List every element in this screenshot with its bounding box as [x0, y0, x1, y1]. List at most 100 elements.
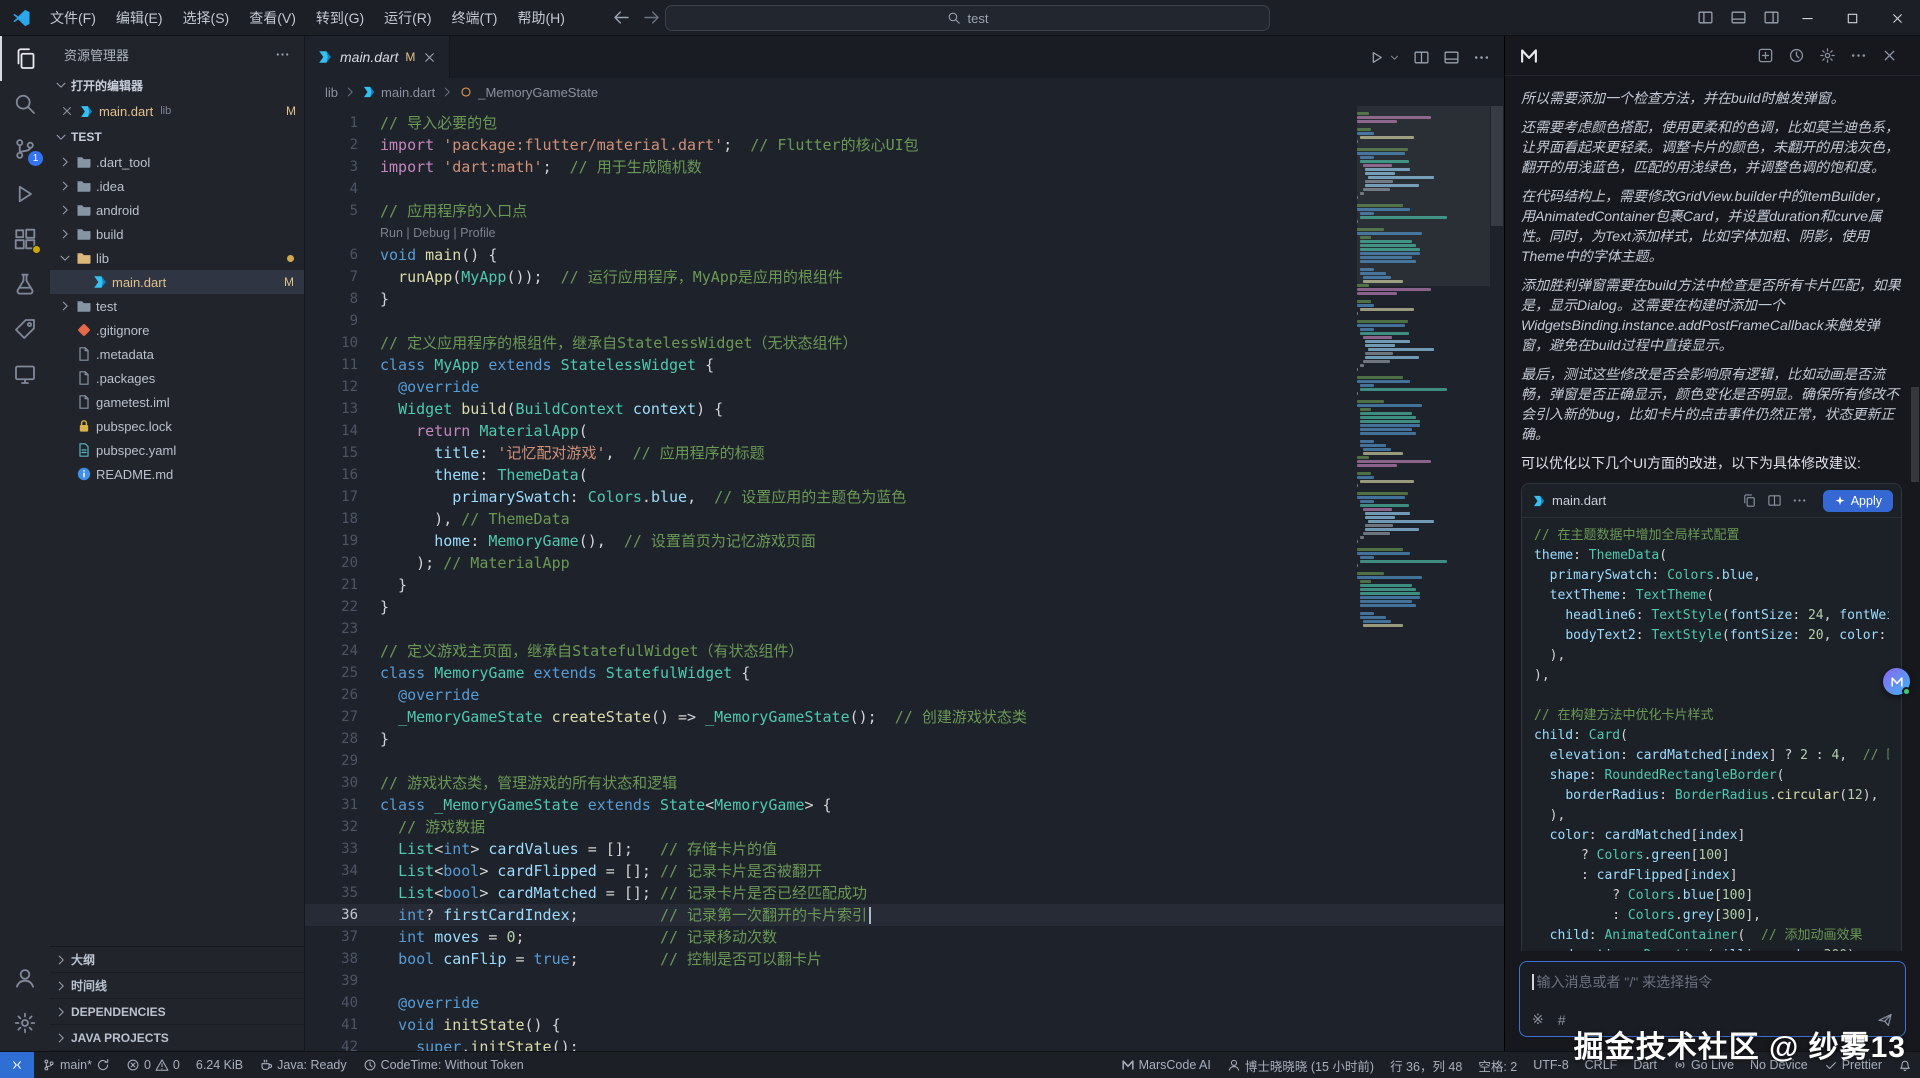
code-line-18[interactable]: 18 ), // ThemeData	[305, 508, 1504, 530]
activity-remote-explorer[interactable]	[0, 351, 50, 396]
sidebar-section-JAVA PROJECTS[interactable]: JAVA PROJECTS	[50, 1025, 304, 1051]
status-codetime[interactable]: CodeTime: Without Token	[355, 1052, 532, 1078]
status-file-size[interactable]: 6.24 KiB	[188, 1052, 251, 1078]
code-line-2[interactable]: 2import 'package:flutter/material.dart';…	[305, 134, 1504, 156]
activity-testing[interactable]	[0, 261, 50, 306]
code-line-25[interactable]: 25class MemoryGame extends StatefulWidge…	[305, 662, 1504, 684]
code-line-7[interactable]: 7 runApp(MyApp()); // 运行应用程序，MyApp是应用的根组…	[305, 266, 1504, 288]
close-window-button[interactable]	[1875, 0, 1920, 36]
menu-item[interactable]: 运行(R)	[374, 0, 441, 35]
activity-extensions[interactable]	[0, 216, 50, 261]
code-line-34[interactable]: 34 List<bool> cardFlipped = []; // 记录卡片是…	[305, 860, 1504, 882]
code-line-4[interactable]: 4	[305, 178, 1504, 200]
menu-item[interactable]: 文件(F)	[40, 0, 106, 35]
code-line-37[interactable]: 37 int moves = 0; // 记录移动次数	[305, 926, 1504, 948]
context-icon[interactable]: #	[1558, 1012, 1566, 1028]
minimize-button[interactable]	[1785, 0, 1830, 36]
status-branch[interactable]: main*	[34, 1052, 118, 1078]
code-line-10[interactable]: 10// 定义应用程序的根组件，继承自StatelessWidget（无状态组件…	[305, 332, 1504, 354]
code-line-23[interactable]: 23	[305, 618, 1504, 640]
tree-item-.idea[interactable]: .idea	[50, 174, 304, 198]
skills-icon[interactable]: ※	[1532, 1011, 1544, 1028]
more-actions-icon[interactable]	[1473, 49, 1490, 66]
code-line-31[interactable]: 31class _MemoryGameState extends State<M…	[305, 794, 1504, 816]
code-line-1[interactable]: 1// 导入必要的包	[305, 112, 1504, 134]
status-encoding[interactable]: UTF-8	[1525, 1052, 1576, 1078]
tree-item-lib[interactable]: lib	[50, 246, 304, 270]
history-icon[interactable]	[1788, 47, 1805, 64]
tree-item-README.md[interactable]: README.md	[50, 462, 304, 486]
editor-scrollbar[interactable]	[1490, 106, 1504, 1051]
menu-item[interactable]: 帮助(H)	[507, 0, 574, 35]
code-line-14[interactable]: 14 return MaterialApp(	[305, 420, 1504, 442]
open-editor-main-dart[interactable]: main.dart lib M	[50, 98, 304, 124]
tree-item-.metadata[interactable]: .metadata	[50, 342, 304, 366]
apply-button[interactable]: Apply	[1823, 490, 1893, 512]
tree-item-pubspec.yaml[interactable]: pubspec.yaml	[50, 438, 304, 462]
command-center-search[interactable]: test	[665, 5, 1270, 31]
code-line-22[interactable]: 22}	[305, 596, 1504, 618]
code-line-38[interactable]: 38 bool canFlip = true; // 控制是否可以翻卡片	[305, 948, 1504, 970]
code-line-16[interactable]: 16 theme: ThemeData(	[305, 464, 1504, 486]
tree-item-android[interactable]: android	[50, 198, 304, 222]
ai-settings-icon[interactable]	[1819, 47, 1836, 64]
status-remote[interactable]	[0, 1052, 34, 1078]
activity-explorer[interactable]	[0, 36, 50, 81]
project-header[interactable]: TEST	[50, 124, 304, 150]
code-line-32[interactable]: 32 // 游戏数据	[305, 816, 1504, 838]
menu-item[interactable]: 转到(G)	[306, 0, 374, 35]
code-line-17[interactable]: 17 primarySwatch: Colors.blue, // 设置应用的主…	[305, 486, 1504, 508]
code-line-41[interactable]: 41 void initState() {	[305, 1014, 1504, 1036]
toggle-secondary-sidebar-icon[interactable]	[1763, 9, 1780, 26]
nav-forward-icon[interactable]	[642, 8, 661, 27]
code-line-19[interactable]: 19 home: MemoryGame(), // 设置首页为记忆游戏页面	[305, 530, 1504, 552]
code-line-29[interactable]: 29	[305, 750, 1504, 772]
tree-item-.packages[interactable]: .packages	[50, 366, 304, 390]
code-line-21[interactable]: 21 }	[305, 574, 1504, 596]
panel-scrollbar[interactable]	[1910, 76, 1920, 941]
menu-item[interactable]: 终端(T)	[442, 0, 508, 35]
ai-more-icon[interactable]	[1850, 47, 1867, 64]
code-line-35[interactable]: 35 List<bool> cardMatched = []; // 记录卡片是…	[305, 882, 1504, 904]
breadcrumb[interactable]: lib main.dart _MemoryGameState	[305, 78, 1504, 106]
code-line-30[interactable]: 30// 游戏状态类，管理游戏的所有状态和逻辑	[305, 772, 1504, 794]
code-line-15[interactable]: 15 title: '记忆配对游戏', // 应用程序的标题	[305, 442, 1504, 464]
activity-run-debug[interactable]	[0, 171, 50, 216]
codelens-run-debug-profile[interactable]: Run | Debug | Profile	[380, 222, 1504, 244]
new-chat-icon[interactable]	[1757, 47, 1774, 64]
code-line-6[interactable]: 6void main() {	[305, 244, 1504, 266]
sidebar-section-DEPENDENCIES[interactable]: DEPENDENCIES	[50, 999, 304, 1025]
code-line-36[interactable]: 36 int? firstCardIndex; // 记录第一次翻开的卡片索引	[305, 904, 1504, 926]
settings-button[interactable]	[0, 1000, 50, 1045]
menu-item[interactable]: 选择(S)	[173, 0, 240, 35]
code-line-40[interactable]: 40 @override	[305, 992, 1504, 1014]
insert-code-icon[interactable]	[1767, 493, 1782, 508]
status-marscode-ai[interactable]: MarsCode AI	[1113, 1052, 1219, 1078]
breadcrumb-folder[interactable]: lib	[325, 85, 338, 100]
code-line-39[interactable]: 39	[305, 970, 1504, 992]
run-file-icon[interactable]	[1368, 49, 1385, 66]
code-line-12[interactable]: 12 @override	[305, 376, 1504, 398]
code-line-26[interactable]: 26 @override	[305, 684, 1504, 706]
split-editor-icon[interactable]	[1413, 49, 1430, 66]
run-dropdown-icon[interactable]	[1389, 52, 1400, 63]
activity-search[interactable]	[0, 81, 50, 126]
minimap-slider[interactable]	[1357, 106, 1490, 286]
toggle-panel-icon[interactable]	[1730, 9, 1747, 26]
activity-references[interactable]	[0, 306, 50, 351]
tree-item-build[interactable]: build	[50, 222, 304, 246]
breadcrumb-symbol[interactable]: _MemoryGameState	[478, 85, 598, 100]
code-more-icon[interactable]	[1792, 493, 1807, 508]
code-line-3[interactable]: 3import 'dart:math'; // 用于生成随机数	[305, 156, 1504, 178]
code-line-13[interactable]: 13 Widget build(BuildContext context) {	[305, 398, 1504, 420]
marscode-floating-avatar[interactable]	[1883, 668, 1910, 695]
minimap[interactable]	[1357, 106, 1490, 1051]
code-line-24[interactable]: 24// 定义游戏主页面，继承自StatefulWidget（有状态组件）	[305, 640, 1504, 662]
activity-source-control[interactable]: 1	[0, 126, 50, 171]
tree-item-.gitignore[interactable]: .gitignore	[50, 318, 304, 342]
tree-item-test[interactable]: test	[50, 294, 304, 318]
menu-item[interactable]: 编辑(E)	[106, 0, 173, 35]
tree-item-gametest.iml[interactable]: gametest.iml	[50, 390, 304, 414]
tab-main-dart[interactable]: main.dart M	[305, 36, 450, 78]
toggle-sidebar-icon[interactable]	[1697, 9, 1714, 26]
